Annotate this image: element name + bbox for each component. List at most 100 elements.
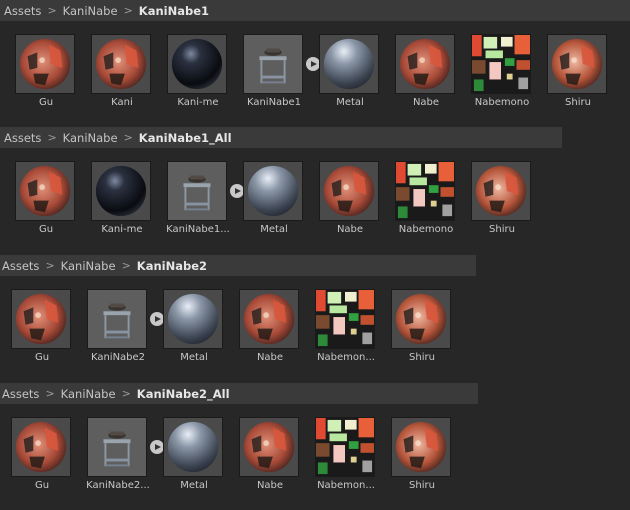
asset-label: KaniNabe1... — [166, 224, 230, 235]
breadcrumb-assets[interactable]: Assets — [2, 387, 39, 401]
asset-label: Gu — [38, 224, 54, 235]
breadcrumb-current-folder[interactable]: KaniNabe2_All — [137, 387, 230, 401]
asset-item-nabe[interactable]: Nabe — [316, 161, 384, 239]
asset-label: KaniNabe1 — [246, 97, 302, 108]
material-sphere-icon — [163, 417, 223, 477]
asset-item-kaninabe2[interactable]: KaniNabe2... — [84, 417, 164, 495]
asset-label: Nabemon... — [317, 352, 375, 363]
material-sphere-icon — [167, 34, 227, 94]
asset-item-kani[interactable]: Kani — [88, 34, 156, 112]
asset-item-gu[interactable]: Gu — [8, 289, 76, 367]
material-sphere-icon — [547, 34, 607, 94]
asset-label: Shiru — [489, 224, 515, 235]
breadcrumb-kaninabe[interactable]: KaniNabe — [61, 387, 116, 401]
asset-section-2: Assets > KaniNabe > KaniNabe1_All Gu Kani-… — [0, 127, 630, 255]
asset-label: Metal — [180, 352, 208, 363]
asset-label: Gu — [34, 480, 50, 491]
material-sphere-icon — [319, 34, 379, 94]
breadcrumb-assets[interactable]: Assets — [4, 4, 41, 18]
asset-label: Nabe — [412, 97, 440, 108]
prefab-model-icon — [167, 161, 227, 221]
asset-item-kaninabe2[interactable]: KaniNabe2 — [84, 289, 164, 367]
prefab-model-icon — [243, 34, 303, 94]
chevron-right-icon: > — [121, 259, 131, 272]
texture-icon — [471, 34, 531, 94]
asset-item-nabemon[interactable]: Nabemon... — [312, 289, 380, 367]
breadcrumb: Assets > KaniNabe > KaniNabe1 — [0, 0, 630, 21]
asset-label: Kani-me — [101, 224, 143, 235]
chevron-right-icon: > — [121, 387, 131, 400]
asset-label: Shiru — [409, 480, 435, 491]
texture-icon — [395, 161, 455, 221]
asset-section-3: Assets > KaniNabe > KaniNabe2 Gu KaniNabe2… — [0, 255, 630, 383]
material-sphere-icon — [11, 289, 71, 349]
material-sphere-icon — [391, 417, 451, 477]
asset-label: KaniNabe2 — [90, 352, 146, 363]
asset-item-shiru[interactable]: Shiru — [468, 161, 536, 239]
breadcrumb-current-folder[interactable]: KaniNabe1 — [139, 4, 209, 18]
material-sphere-icon — [239, 289, 299, 349]
prefab-model-icon — [87, 289, 147, 349]
asset-label: Nabe — [336, 224, 364, 235]
asset-item-nabe[interactable]: Nabe — [392, 34, 460, 112]
asset-item-shiru[interactable]: Shiru — [388, 417, 456, 495]
material-sphere-icon — [391, 289, 451, 349]
asset-label: Nabe — [256, 352, 284, 363]
material-sphere-icon — [319, 161, 379, 221]
asset-label: Metal — [260, 224, 288, 235]
asset-item-kani-me[interactable]: Kani-me — [88, 161, 156, 239]
breadcrumb: Assets > KaniNabe > KaniNabe2 — [0, 255, 476, 276]
material-sphere-icon — [15, 161, 75, 221]
asset-item-nabe[interactable]: Nabe — [236, 289, 304, 367]
asset-item-gu[interactable]: Gu — [12, 161, 80, 239]
asset-item-gu[interactable]: Gu — [8, 417, 76, 495]
asset-label: Nabemono — [474, 97, 530, 108]
asset-item-nabemon[interactable]: Nabemon... — [312, 417, 380, 495]
asset-label: Nabe — [256, 480, 284, 491]
prefab-model-icon — [87, 417, 147, 477]
asset-label: Nabemon... — [317, 480, 375, 491]
material-sphere-icon — [15, 34, 75, 94]
asset-item-shiru[interactable]: Shiru — [388, 289, 456, 367]
breadcrumb-current-folder[interactable]: KaniNabe1_All — [139, 131, 232, 145]
asset-label: Shiru — [565, 97, 591, 108]
asset-item-metal[interactable]: Metal — [160, 289, 228, 367]
asset-item-nabe[interactable]: Nabe — [236, 417, 304, 495]
breadcrumb: Assets > KaniNabe > KaniNabe1_All — [0, 127, 562, 148]
asset-item-gu[interactable]: Gu — [12, 34, 80, 112]
breadcrumb-kaninabe[interactable]: KaniNabe — [63, 4, 118, 18]
asset-label: Shiru — [409, 352, 435, 363]
breadcrumb-assets[interactable]: Assets — [4, 131, 41, 145]
asset-label: Gu — [38, 97, 54, 108]
asset-item-metal[interactable]: Metal — [160, 417, 228, 495]
asset-section-1: Assets > KaniNabe > KaniNabe1 Gu Kani Kani… — [0, 0, 630, 126]
asset-label: Kani — [111, 97, 133, 108]
chevron-right-icon: > — [123, 4, 133, 17]
texture-icon — [315, 289, 375, 349]
asset-label: Gu — [34, 352, 50, 363]
breadcrumb-assets[interactable]: Assets — [2, 259, 39, 273]
chevron-right-icon: > — [123, 131, 133, 144]
material-sphere-icon — [163, 289, 223, 349]
asset-label: KaniNabe2... — [86, 480, 150, 491]
breadcrumb-kaninabe[interactable]: KaniNabe — [61, 259, 116, 273]
asset-item-kaninabe1[interactable]: KaniNabe1... — [164, 161, 244, 239]
asset-section-4: Assets > KaniNabe > KaniNabe2_All Gu KaniN… — [0, 383, 630, 510]
chevron-right-icon: > — [45, 387, 55, 400]
asset-item-metal[interactable]: Metal — [240, 161, 308, 239]
asset-label: Nabemono — [398, 224, 454, 235]
breadcrumb: Assets > KaniNabe > KaniNabe2_All — [0, 383, 478, 404]
material-sphere-icon — [91, 161, 151, 221]
asset-item-nabemono[interactable]: Nabemono — [392, 161, 460, 239]
asset-item-kaninabe1[interactable]: KaniNabe1 — [240, 34, 320, 112]
asset-item-metal[interactable]: Metal — [316, 34, 384, 112]
asset-item-kani-me[interactable]: Kani-me — [164, 34, 232, 112]
texture-icon — [315, 417, 375, 477]
breadcrumb-kaninabe[interactable]: KaniNabe — [63, 131, 118, 145]
asset-item-shiru[interactable]: Shiru — [544, 34, 612, 112]
chevron-right-icon: > — [47, 131, 57, 144]
breadcrumb-current-folder[interactable]: KaniNabe2 — [137, 259, 207, 273]
material-sphere-icon — [239, 417, 299, 477]
chevron-right-icon: > — [47, 4, 57, 17]
asset-item-nabemono[interactable]: Nabemono — [468, 34, 536, 112]
